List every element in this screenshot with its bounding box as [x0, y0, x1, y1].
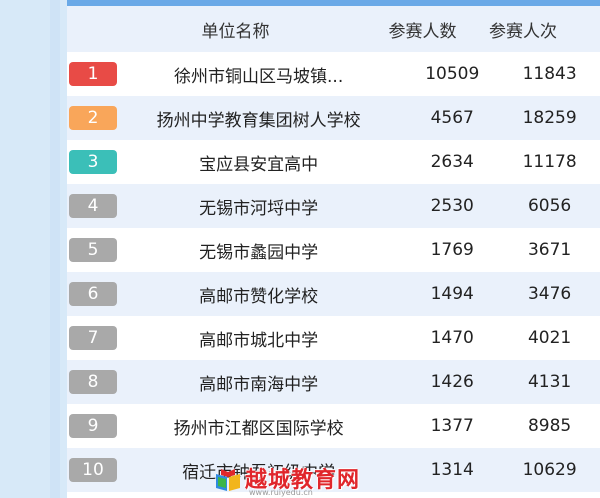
rank-badge: 9: [69, 414, 117, 438]
attempts-count: 4021: [527, 328, 572, 348]
attempts-count: 6056: [527, 196, 572, 216]
attempts-count: 3671: [527, 240, 572, 260]
rank-badge: 1: [69, 62, 117, 86]
table-row[interactable]: 9 扬州市江都区国际学校 1377 8985: [67, 404, 600, 448]
rank-badge: 8: [69, 370, 117, 394]
participants-count: 1314: [430, 460, 474, 480]
attempts-count: 18259: [522, 108, 577, 128]
attempts-count: 4131: [527, 372, 572, 392]
left-gutter: [0, 0, 65, 498]
school-name: 扬州中学教育集团树人学校: [156, 110, 361, 131]
participants-count: 1426: [430, 372, 474, 392]
school-name: 宝应县安宜高中: [199, 154, 319, 175]
table-row[interactable]: 3 宝应县安宜高中 2634 11178: [67, 140, 600, 184]
school-name: 高邮市南海中学: [199, 374, 319, 395]
table-row[interactable]: 1 徐州市铜山区马坡镇... 10509 11843: [67, 52, 600, 96]
attempts-count: 3476: [527, 284, 572, 304]
table-row[interactable]: 5 无锡市蠡园中学 1769 3671: [67, 228, 600, 272]
page: 单位名称 参赛人数 参赛人次 1 徐州市铜山区马坡镇... 10509 11843 2 扬…: [0, 0, 600, 498]
header-name: 单位名称: [201, 21, 270, 42]
header-attempts: 参赛人次: [489, 21, 557, 42]
table-row[interactable]: 4 无锡市河埒中学 2530 6056: [67, 184, 600, 228]
school-name: 高邮市赞化学校: [199, 286, 319, 307]
participants-count: 1494: [430, 284, 474, 304]
attempts-count: 11843: [522, 64, 577, 84]
table-row[interactable]: 10 宿迁市钟吾初级中学 1314 10629: [67, 448, 600, 492]
school-name: 扬州市江都区国际学校: [173, 418, 344, 439]
attempts-count: 11178: [522, 152, 577, 172]
ranking-table: 单位名称 参赛人数 参赛人次 1 徐州市铜山区马坡镇... 10509 11843 2 扬…: [67, 0, 600, 498]
table-row[interactable]: 2 扬州中学教育集团树人学校 4567 18259: [67, 96, 600, 140]
gutter-stripe: [50, 0, 60, 498]
rank-badge: 10: [69, 458, 117, 482]
table-body: 1 徐州市铜山区马坡镇... 10509 11843 2 扬州中学教育集团树人学校 4567…: [67, 52, 600, 492]
participants-count: 4567: [430, 108, 474, 128]
school-name: 徐州市铜山区马坡镇...: [174, 66, 344, 87]
table-row[interactable]: 7 高邮市城北中学 1470 4021: [67, 316, 600, 360]
rank-badge: 3: [69, 150, 117, 174]
table-header: 单位名称 参赛人数 参赛人次: [67, 6, 600, 52]
school-name: 高邮市城北中学: [199, 330, 319, 351]
header-participants: 参赛人数: [388, 21, 457, 42]
school-name: 无锡市河埒中学: [199, 198, 319, 219]
rank-badge: 6: [69, 282, 117, 306]
rank-badge: 2: [69, 106, 117, 130]
participants-count: 2530: [430, 196, 474, 216]
attempts-count: 8985: [527, 416, 572, 436]
school-name: 宿迁市钟吾初级中学: [182, 462, 336, 483]
rank-badge: 4: [69, 194, 117, 218]
school-name: 无锡市蠡园中学: [199, 242, 319, 263]
participants-count: 1769: [430, 240, 474, 260]
table-row[interactable]: 8 高邮市南海中学 1426 4131: [67, 360, 600, 404]
participants-count: 10509: [425, 64, 480, 84]
participants-count: 2634: [430, 152, 474, 172]
participants-count: 1470: [430, 328, 474, 348]
attempts-count: 10629: [522, 460, 577, 480]
table-row[interactable]: 6 高邮市赞化学校 1494 3476: [67, 272, 600, 316]
participants-count: 1377: [430, 416, 474, 436]
rank-badge: 7: [69, 326, 117, 350]
rank-badge: 5: [69, 238, 117, 262]
